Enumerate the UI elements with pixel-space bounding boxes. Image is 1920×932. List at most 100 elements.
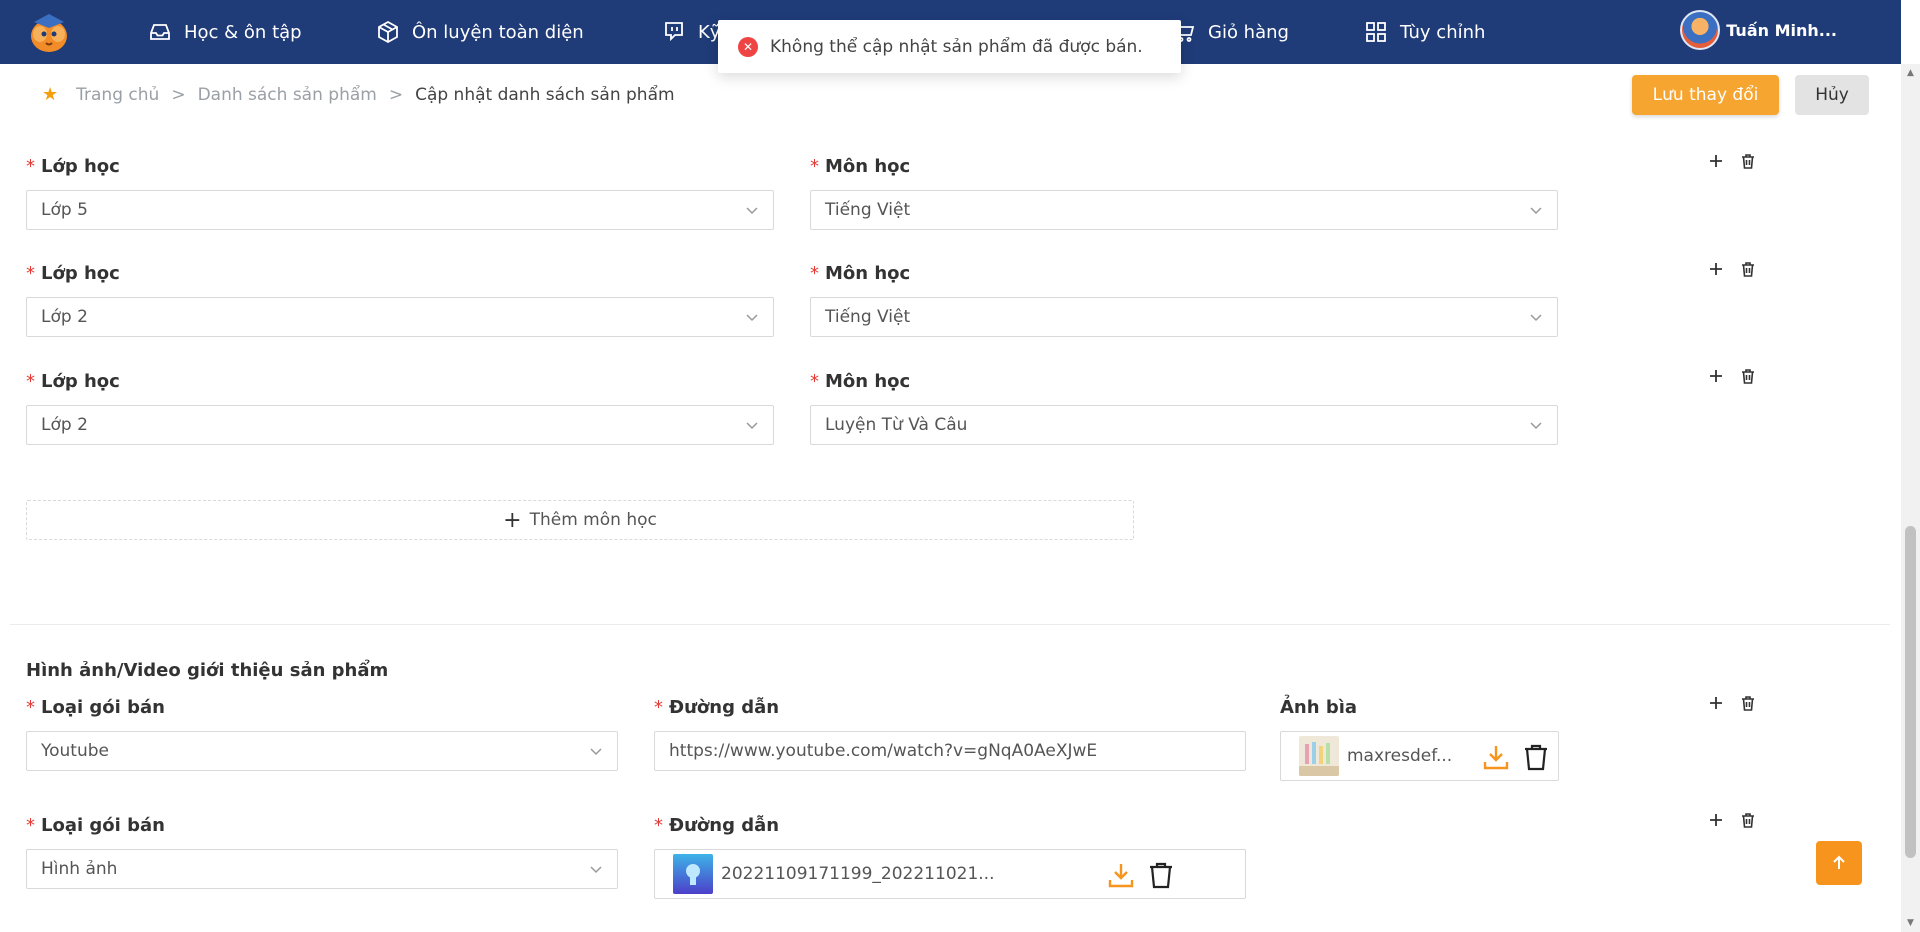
star-icon: ★: [42, 84, 59, 105]
plus-icon[interactable]: [1707, 367, 1725, 385]
scroll-thumb[interactable]: [1905, 526, 1916, 858]
add-subject-label: Thêm môn học: [529, 510, 657, 530]
breadcrumb-product-list[interactable]: Danh sách sản phẩm: [198, 85, 377, 105]
chevron-down-icon: [590, 748, 602, 756]
select-value: Lớp 5: [41, 200, 88, 220]
class-label: * Lớp học: [26, 263, 120, 284]
package-icon: [378, 20, 398, 44]
toast-message: Không thể cập nhật sản phẩm đã được bán.: [770, 36, 1143, 57]
trash-icon[interactable]: [1739, 260, 1757, 278]
nav-item-label: Giỏ hàng: [1208, 21, 1289, 43]
chat-icon: [665, 22, 683, 42]
row-actions: [1707, 694, 1757, 712]
chevron-down-icon: [1530, 422, 1542, 430]
link-label: * Đường dẫn: [654, 815, 780, 836]
subject-label: * Môn học: [810, 371, 911, 392]
trash-icon[interactable]: [1739, 811, 1757, 829]
select-value: Lớp 2: [41, 307, 88, 327]
section-divider: [10, 624, 1890, 625]
breadcrumb-current: Cập nhật danh sách sản phẩm: [415, 84, 675, 105]
link-input[interactable]: https://www.youtube.com/watch?v=gNqA0AeX…: [654, 731, 1246, 771]
error-icon: ✕: [738, 36, 758, 57]
select-value: Luyện Từ Và Câu: [825, 415, 968, 435]
select-value: Lớp 2: [41, 415, 88, 435]
nav-item-practice[interactable]: Ôn luyện toàn diện: [376, 0, 584, 64]
cover-filename: maxresdef...: [1347, 746, 1453, 766]
media-section-title: Hình ảnh/Video giới thiệu sản phẩm: [26, 660, 389, 681]
subject-select[interactable]: Tiếng Việt: [810, 297, 1558, 337]
media-file: 20221109171199_202211021...: [654, 849, 1246, 899]
grid-icon: [1366, 22, 1386, 42]
scroll-down-arrow[interactable]: ▼: [1905, 918, 1916, 928]
select-value: Tiếng Việt: [825, 200, 911, 220]
chevron-down-icon: [746, 422, 758, 430]
chevron-down-icon: [746, 207, 758, 215]
cover-label: Ảnh bìa: [1280, 697, 1358, 718]
scrollbar[interactable]: ▲ ▼: [1901, 64, 1920, 932]
plus-icon[interactable]: [1707, 811, 1725, 829]
nav-item-label: Tùy chỉnh: [1400, 21, 1486, 43]
select-value: Tiếng Việt: [825, 307, 911, 327]
select-value: Youtube: [41, 741, 109, 761]
subject-select[interactable]: Tiếng Việt: [810, 190, 1558, 230]
plus-icon[interactable]: [1707, 152, 1725, 170]
nav-item-label: Ôn luyện toàn diện: [412, 21, 584, 43]
type-label: * Loại gói bán: [26, 697, 165, 718]
media-filename: 20221109171199_202211021...: [721, 864, 995, 884]
user-menu[interactable]: Tuấn Minh...: [1680, 10, 1837, 50]
trash-icon[interactable]: [1146, 860, 1176, 890]
class-label: * Lớp học: [26, 371, 120, 392]
link-value: https://www.youtube.com/watch?v=gNqA0AeX…: [669, 741, 1098, 761]
chevron-down-icon: [590, 866, 602, 874]
subject-label: * Môn học: [810, 156, 911, 177]
cover-file: maxresdef...: [1280, 731, 1559, 781]
file-thumbnail: [673, 854, 713, 894]
type-label: * Loại gói bán: [26, 815, 165, 836]
link-label: * Đường dẫn: [654, 697, 780, 718]
type-select[interactable]: Hình ảnh: [26, 849, 618, 889]
class-select[interactable]: Lớp 2: [26, 405, 774, 445]
trash-icon[interactable]: [1739, 367, 1757, 385]
save-button[interactable]: Lưu thay đổi: [1632, 75, 1779, 115]
nav-item-label: Học & ôn tập: [184, 21, 302, 43]
class-label: * Lớp học: [26, 156, 120, 177]
nav-item-settings[interactable]: Tùy chỉnh: [1364, 0, 1485, 64]
add-subject-button[interactable]: + Thêm môn học: [26, 500, 1134, 540]
breadcrumb-separator: >: [171, 84, 186, 105]
trash-icon[interactable]: [1521, 742, 1551, 772]
error-toast: ✕ Không thể cập nhật sản phẩm đã được bá…: [718, 20, 1181, 73]
nav-item-cart[interactable]: Giỏ hàng: [1172, 0, 1289, 64]
row-actions: [1707, 811, 1757, 829]
breadcrumb-separator: >: [388, 84, 404, 105]
select-value: Hình ảnh: [41, 859, 118, 879]
trash-icon[interactable]: [1739, 694, 1757, 712]
breadcrumb-home[interactable]: Trang chủ: [76, 85, 159, 105]
chevron-down-icon: [1530, 207, 1542, 215]
class-select[interactable]: Lớp 2: [26, 297, 774, 337]
avatar: [1680, 10, 1721, 50]
cancel-button[interactable]: Hủy: [1795, 75, 1869, 115]
row-actions: [1707, 367, 1757, 385]
plus-icon[interactable]: [1707, 694, 1725, 712]
nav-item-skills[interactable]: Kỹ: [662, 0, 720, 64]
logo-icon[interactable]: [26, 10, 72, 54]
nav-item-learn[interactable]: Học & ôn tập: [148, 0, 302, 64]
user-name: Tuấn Minh...: [1726, 20, 1837, 40]
arrow-up-icon: [1833, 855, 1845, 869]
subject-select[interactable]: Luyện Từ Và Câu: [810, 405, 1558, 445]
subject-label: * Môn học: [810, 263, 911, 284]
plus-icon: +: [503, 507, 522, 533]
download-icon[interactable]: [1481, 742, 1511, 772]
trash-icon[interactable]: [1739, 152, 1757, 170]
chevron-down-icon: [746, 314, 758, 322]
scroll-up-arrow[interactable]: ▲: [1905, 68, 1916, 78]
back-to-top-button[interactable]: [1816, 841, 1862, 885]
chevron-down-icon: [1530, 314, 1542, 322]
type-select[interactable]: Youtube: [26, 731, 618, 771]
plus-icon[interactable]: [1707, 260, 1725, 278]
download-icon[interactable]: [1106, 860, 1136, 890]
inbox-icon: [150, 24, 170, 40]
class-select[interactable]: Lớp 5: [26, 190, 774, 230]
row-actions: [1707, 152, 1757, 170]
breadcrumb: ★ Trang chủ > Danh sách sản phẩm > Cập n…: [42, 84, 675, 105]
